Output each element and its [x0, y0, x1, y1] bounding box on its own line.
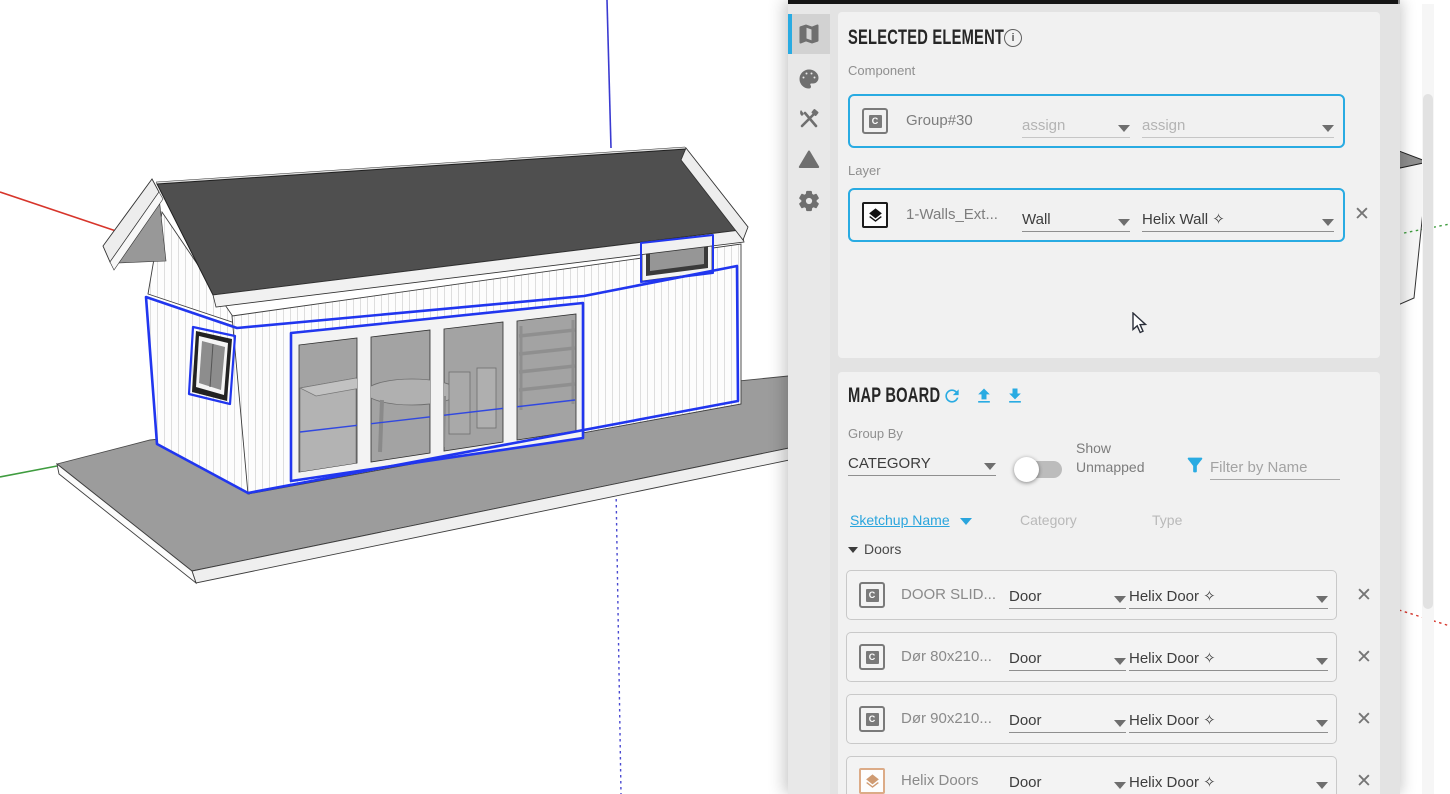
tab-settings[interactable] [788, 181, 830, 221]
map-board-card: MAP BOARD Group By CATEGORY Show Unmappe… [838, 372, 1380, 794]
warning-icon [798, 150, 820, 168]
info-icon[interactable]: i [1004, 29, 1022, 47]
tab-mapping[interactable] [788, 14, 830, 54]
map-board-title: MAP BOARD [848, 384, 941, 407]
row-sketchup-name: Dør 90x210... [901, 710, 992, 727]
row-sketchup-name: Helix Doors [901, 772, 979, 789]
chevron-down-icon [1114, 782, 1126, 789]
group-collapse-icon[interactable] [848, 547, 858, 553]
chevron-down-icon [1114, 658, 1126, 665]
panel-nav-strip [788, 4, 830, 794]
component-category-dropdown[interactable]: assign [1022, 108, 1130, 138]
chevron-down-icon [1316, 658, 1328, 665]
layer-category-dropdown[interactable]: Wall [1022, 202, 1130, 232]
mapping-row: Helix Doors Door Helix Door ✧ [846, 756, 1337, 794]
show-unmapped-label-line2: Unmapped [1076, 459, 1145, 475]
column-header-type: Type [1152, 512, 1183, 528]
mapping-row-line: C DOOR SLID... Door Helix Door ✧ ✕ [846, 570, 1380, 620]
show-unmapped-toggle[interactable] [1014, 457, 1062, 482]
chevron-down-icon [1316, 596, 1328, 603]
tab-palette[interactable] [788, 59, 830, 99]
palette-icon [799, 69, 819, 89]
row-type-dropdown[interactable]: Helix Door ✧ [1129, 703, 1328, 733]
component-icon: C [862, 108, 888, 134]
mapping-row-line: C Dør 90x210... Door Helix Door ✧ ✕ [846, 694, 1380, 744]
mouse-cursor [1132, 312, 1148, 334]
mapping-row-line: C Dør 80x210... Door Helix Door ✧ ✕ [846, 632, 1380, 682]
chevron-down-icon [1118, 219, 1130, 226]
row-sketchup-name: Dør 80x210... [901, 648, 992, 665]
chevron-down-icon [984, 463, 996, 470]
row-category-dropdown[interactable]: Door [1009, 641, 1126, 671]
chevron-down-icon [1316, 782, 1328, 789]
mapping-row: C Dør 90x210... Door Helix Door ✧ [846, 694, 1337, 744]
layer-label: Layer [848, 163, 881, 178]
layers-icon [862, 202, 888, 228]
chevron-down-icon [1114, 720, 1126, 727]
mapping-row-line: Helix Doors Door Helix Door ✧ ✕ [846, 756, 1380, 794]
refresh-icon [945, 389, 959, 403]
sketchup-window: SELECTED ELEMENT i Component C Group#30 … [0, 0, 1450, 794]
chevron-down-icon [1322, 219, 1334, 226]
remove-row-mapping-button[interactable]: ✕ [1352, 707, 1376, 731]
selected-element-title: SELECTED ELEMENT [848, 26, 1005, 49]
chevron-down-icon [1114, 596, 1126, 603]
selected-element-card: SELECTED ELEMENT i Component C Group#30 … [838, 12, 1380, 358]
chevron-down-icon [1118, 125, 1130, 132]
component-mapping-box: C Group#30 assign assign [848, 94, 1345, 148]
row-type-dropdown[interactable]: Helix Door ✧ [1129, 765, 1328, 794]
mapping-row: C Dør 80x210... Door Helix Door ✧ [846, 632, 1337, 682]
row-type-dropdown[interactable]: Helix Door ✧ [1129, 641, 1328, 671]
row-category-dropdown[interactable]: Door [1009, 703, 1126, 733]
layer-name: 1-Walls_Ext... [906, 206, 998, 223]
panel-content: SELECTED ELEMENT i Component C Group#30 … [830, 4, 1434, 794]
refresh-button[interactable] [942, 386, 962, 406]
row-type-dropdown[interactable]: Helix Door ✧ [1129, 579, 1328, 609]
tab-warnings[interactable] [788, 139, 830, 179]
mapping-row: C DOOR SLID... Door Helix Door ✧ [846, 570, 1337, 620]
component-type-dropdown[interactable]: assign [1142, 108, 1334, 138]
layer-mapping-box: 1-Walls_Ext... Wall Helix Wall ✧ [848, 188, 1345, 242]
settings-icon [799, 190, 819, 212]
tools-icon [800, 109, 819, 128]
column-header-sketchup-name[interactable]: Sketchup Name [850, 512, 950, 528]
remove-layer-mapping-button[interactable]: ✕ [1350, 202, 1374, 226]
component-icon: C [859, 644, 885, 670]
show-unmapped-label-line1: Show [1076, 440, 1112, 456]
helix-layers-icon [859, 768, 885, 794]
component-name: Group#30 [906, 112, 973, 129]
chevron-down-icon [1316, 720, 1328, 727]
row-category-dropdown[interactable]: Door [1009, 579, 1126, 609]
sort-chevron-icon[interactable] [960, 518, 972, 525]
download-button[interactable] [1005, 386, 1025, 406]
column-header-category: Category [1020, 512, 1077, 528]
gable-window [192, 331, 232, 401]
remove-row-mapping-button[interactable]: ✕ [1352, 769, 1376, 793]
upload-button[interactable] [974, 386, 994, 406]
scrollbar-thumb[interactable] [1423, 94, 1433, 609]
panel-scrollbar[interactable] [1422, 4, 1434, 794]
remove-row-mapping-button[interactable]: ✕ [1352, 645, 1376, 669]
group-by-label: Group By [848, 426, 903, 441]
toggle-knob [1014, 457, 1039, 482]
chevron-down-icon [1322, 125, 1334, 132]
tab-tools[interactable] [788, 99, 830, 139]
upload-icon [978, 388, 990, 403]
layer-type-dropdown[interactable]: Helix Wall ✧ [1142, 202, 1334, 232]
helix-plugin-panel: SELECTED ELEMENT i Component C Group#30 … [788, 0, 1434, 794]
map-icon [799, 24, 819, 44]
download-icon [1009, 388, 1021, 403]
component-icon: C [859, 706, 885, 732]
row-category-dropdown[interactable]: Door [1009, 765, 1126, 794]
filter-by-name-input[interactable]: Filter by Name [1210, 446, 1340, 480]
group-by-dropdown[interactable]: CATEGORY [848, 444, 996, 476]
row-sketchup-name: DOOR SLID... [901, 586, 997, 603]
filter-icon [1184, 454, 1206, 476]
component-label: Component [848, 63, 916, 78]
group-header-doors[interactable]: Doors [864, 541, 901, 557]
remove-row-mapping-button[interactable]: ✕ [1352, 583, 1376, 607]
component-icon: C [859, 582, 885, 608]
